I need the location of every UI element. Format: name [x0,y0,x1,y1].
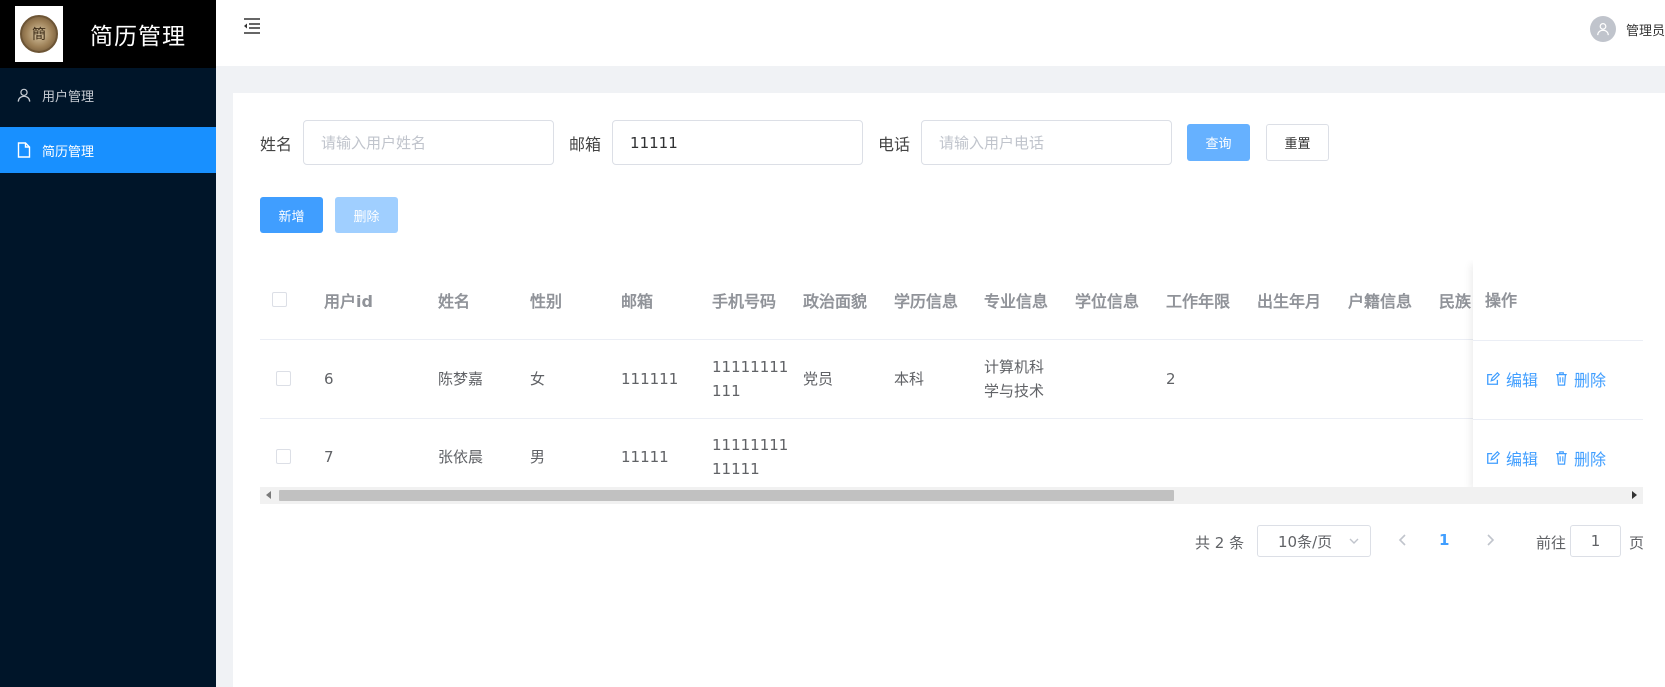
cell-major-line2: 学与技术 [984,382,1045,400]
add-button[interactable]: 新增 [260,197,323,233]
delete-button[interactable]: 删除 [1555,367,1606,391]
logo-seal-icon: 簡 [20,15,58,53]
brand-title: 简历管理 [90,24,186,50]
query-button[interactable]: 查询 [1187,124,1251,161]
edit-button[interactable]: 编辑 [1486,367,1538,391]
phone-label: 电话 [878,134,911,154]
edit-label: 编辑 [1506,450,1539,469]
page-size-select[interactable]: 10条/页 [1257,525,1371,557]
page-number-current[interactable]: 1 [1439,531,1449,549]
email-input[interactable] [612,120,864,165]
email-label: 邮箱 [569,134,602,154]
name-input[interactable] [303,120,555,165]
column-header: 民族 [1439,291,1472,311]
delete-icon [1556,451,1567,465]
chevron-down-icon [1349,538,1359,544]
cell-name: 张依晨 [438,448,484,466]
scroll-right-arrow-icon[interactable] [1632,491,1637,499]
sidebar-item-resume-management[interactable]: 简历管理 [0,127,216,173]
cell-id: 7 [324,448,334,466]
column-header: 用户id [324,291,373,311]
batch-delete-button[interactable]: 删除 [335,197,398,233]
edit-label: 编辑 [1506,371,1539,390]
table-header: 用户id 姓名 性别 邮箱 手机号码 政治面貌 学历信息 专业信息 学位信息 工… [260,260,1643,340]
cell-name: 陈梦嘉 [438,370,484,388]
logo-text: 簡 [32,27,46,43]
row-checkbox[interactable] [276,449,291,464]
avatar[interactable] [1589,16,1616,42]
goto-label: 前往 [1536,534,1567,552]
column-header: 工作年限 [1166,291,1231,311]
sidebar-item-label: 用户管理 [42,89,95,105]
logo: 簡 [15,6,63,62]
total-count: 共 2 条 [1195,534,1245,552]
data-table: 用户id 姓名 性别 邮箱 手机号码 政治面貌 学历信息 专业信息 学位信息 工… [260,260,1643,612]
scroll-left-arrow-icon[interactable] [266,491,271,499]
document-icon [17,142,31,158]
main-card: 姓名 邮箱 电话 查询 重置 新增 删除 用户id 姓名 性别 邮箱 手机号码 … [233,93,1665,687]
phone-input[interactable] [921,120,1173,165]
column-header: 政治面貌 [803,291,868,311]
cell-email: 111111 [621,370,679,388]
column-header-operation: 操作 [1485,291,1518,310]
column-header: 性别 [530,291,563,311]
table-row[interactable]: 6 陈梦嘉 女 111111 11111111 111 党员 本科 计算机科 学… [260,340,1643,419]
page-suffix: 页 [1629,534,1645,552]
row-checkbox[interactable] [276,371,291,386]
cell-phone-line1: 11111111 [712,436,789,454]
delete-icon [1556,372,1567,386]
select-all-checkbox[interactable] [272,292,287,307]
cell-education: 本科 [894,370,925,388]
goto-page-input[interactable] [1570,525,1621,557]
scroll-thumb[interactable] [279,490,1174,501]
brand: 簡 简历管理 [0,0,216,68]
edit-button[interactable]: 编辑 [1486,446,1538,470]
user-icon [17,88,31,102]
sidebar: 簡 简历管理 用户管理 简历管理 [0,0,216,687]
column-header: 手机号码 [712,291,777,311]
cell-email: 11111 [621,448,669,466]
cell-id: 6 [324,370,334,388]
user-name: 管理员 [1625,23,1665,39]
pagination: 共 2 条 10条/页 1 前往 页 [233,525,1665,557]
cell-phone-line2: 111 [712,382,741,400]
delete-label: 删除 [1574,371,1607,390]
sidebar-item-label: 简历管理 [42,144,95,160]
cell-work-years: 2 [1166,370,1176,388]
fixed-operation-column: 操作 编辑 删除 编辑 删除 [1473,260,1643,495]
edit-icon [1487,451,1500,464]
avatar-user-icon [1597,22,1609,36]
horizontal-scrollbar[interactable] [260,487,1643,504]
column-header: 学位信息 [1075,291,1140,311]
column-header: 户籍信息 [1348,291,1413,311]
column-header: 出生年月 [1257,291,1322,311]
prev-page-icon[interactable] [1397,532,1409,548]
column-header: 专业信息 [984,291,1049,311]
cell-phone-line1: 11111111 [712,358,789,376]
cell-phone-line2: 11111 [712,460,760,478]
search-form: 姓名 邮箱 电话 查询 重置 [260,120,1330,165]
cell-gender: 男 [530,448,546,466]
page-size-value: 10条/页 [1278,532,1333,551]
edit-icon [1487,372,1500,385]
user-menu[interactable]: 管理员 [1589,16,1665,42]
reset-button[interactable]: 重置 [1266,124,1330,161]
column-header: 学历信息 [894,291,959,311]
delete-button[interactable]: 删除 [1555,446,1606,470]
cell-major-line1: 计算机科 [984,358,1045,376]
top-header: 管理员 [216,0,1665,66]
column-header: 邮箱 [621,291,654,311]
sidebar-item-user-management[interactable]: 用户管理 [0,72,216,118]
menu-fold-icon[interactable] [242,16,262,36]
name-label: 姓名 [260,134,293,154]
cell-politics: 党员 [803,370,834,388]
delete-label: 删除 [1574,450,1607,469]
cell-gender: 女 [530,370,546,388]
action-bar: 新增 删除 [260,197,398,233]
column-header: 姓名 [438,291,471,311]
next-page-icon[interactable] [1484,532,1496,548]
